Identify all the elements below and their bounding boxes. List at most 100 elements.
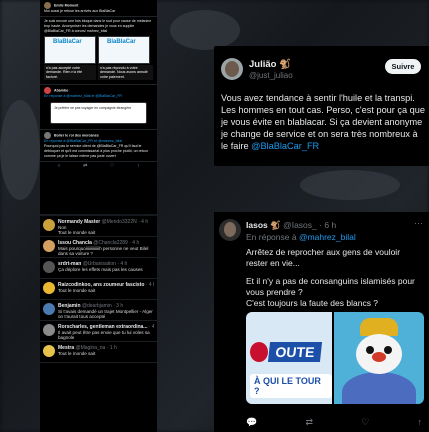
comment-text: Mais pourquoiiiiiiiiiiiiih personne ne v… [58, 246, 149, 257]
comment-meta: · 4 h [145, 282, 154, 288]
left-tweet-screenshot: Emile Moment Moi aussi je refuse les arr… [40, 0, 157, 214]
like-icon[interactable]: ♡ [110, 164, 114, 169]
tweet-actions: 💬 ⇄ ♡ ↑ [246, 417, 422, 428]
retweet-icon[interactable]: ⇄ [83, 164, 87, 169]
card-caption: n'a pas répondu à votre demande. Nous av… [98, 65, 153, 81]
like-icon[interactable]: ♡ [361, 417, 369, 428]
comment-body: Benjamin @dearbjamin · 3 h Si t'avais dem… [58, 303, 154, 320]
reply-icon[interactable]: 💬 [246, 417, 257, 428]
blablacar-cards: BlaBlaCar n'a pas accepté votre demande.… [44, 36, 153, 81]
tweet-card-iasos[interactable]: Iasos 🐒 @Iasos_ · 6 h ··· En réponse à @… [214, 212, 429, 432]
reply-author: Abambo [54, 88, 69, 93]
follow-button[interactable]: Suivre [385, 59, 421, 74]
tweet-header: Emile Moment Moi aussi je refuse les arr… [40, 0, 157, 17]
monkey-badge-icon: 🐒 [270, 220, 281, 230]
avatar [44, 2, 51, 9]
reply-tweet: Bolier le roi des mercanés En réponse à … [40, 130, 157, 163]
blablacar-logo: BlaBlaCar [53, 39, 82, 45]
blablacar-card-left: BlaBlaCar n'a pas accepté votre demande.… [44, 36, 96, 81]
avatar[interactable] [219, 219, 241, 241]
mention-link[interactable]: @BlaBlaCar_FR [251, 141, 319, 151]
author-name[interactable]: Julião 🐒 [249, 59, 291, 70]
tweet-author: Emile Moment [54, 3, 79, 8]
author-name[interactable]: Iasos [246, 220, 268, 230]
reply-tweet: Abambo En réponse à @mahrez_bilal et @Bl… [40, 85, 157, 131]
comment-meta: @Mendo3322N · 4 h [101, 219, 149, 225]
share-icon[interactable]: ↑ [137, 164, 140, 169]
tweet-text: Arrêtez de reprocher aux gens de vouloir… [246, 247, 422, 316]
reply-text: Pourquoi pas le service client de @BlaBl… [44, 144, 148, 159]
monkey-badge-icon: 🐒 [279, 59, 291, 70]
comments-list: Normandy Master @Mendo3322N · 4 h Non Tou… [40, 216, 157, 432]
tweet-text: Vous avez tendance à sentir l'huile et l… [221, 92, 425, 152]
snowman-nose-shape [372, 352, 386, 362]
comment-text: Il avait peut être pas envie que tu lui … [58, 330, 150, 341]
comment-text: Non Tout le monde sait [58, 225, 96, 236]
mention-link[interactable]: @mahrez_bilal [299, 232, 356, 242]
avatar[interactable] [221, 58, 243, 80]
comment-row[interactable]: Mestra @Magina_na · 1 h Tout le monde sai… [40, 342, 157, 363]
snowman-body-shape [342, 372, 416, 404]
comment-body: Normandy Master @Mendo3322N · 4 h Non Tou… [58, 219, 154, 236]
blurred-shape [300, 170, 400, 200]
meme-caption: À QUI LE TOUR ? [250, 374, 332, 398]
tweet-card-juliao[interactable]: Julião 🐒 @just_juliao Suivre Vous avez t… [214, 46, 429, 166]
tweet-text: Moi aussi je refuse les arrivés aux BlaB… [44, 9, 116, 13]
quote-text: Je préfère ne pas voyager en compagnie é… [54, 106, 132, 111]
meme-image-right[interactable] [334, 312, 424, 404]
avatar [44, 87, 51, 95]
comment-body: Issou Chancla @Chancla2289 · 4 h Mais pou… [58, 240, 154, 257]
reply-to: En réponse à @mahrez_bilal et @BlaBlaCar… [44, 94, 123, 99]
reply-icon[interactable]: ○ [57, 164, 60, 169]
author-handle[interactable]: @Iasos_ [283, 220, 317, 230]
red-circle-shape [250, 342, 268, 362]
author-handle[interactable]: @just_juliao [249, 71, 293, 80]
tweet-body: Je suis encore une fois bloqué dans le s… [40, 17, 157, 86]
avatar[interactable] [43, 303, 55, 315]
comment-body: srdrt-man @Urbanisation · 4 h Ça déplore … [58, 261, 154, 276]
meme-image-left[interactable]: OUTE À QUI LE TOUR ? [246, 312, 332, 404]
avatar[interactable] [43, 261, 55, 273]
comment-row[interactable]: Raizcodinkoo, ans zoumeur fascisto · 4 h… [40, 279, 157, 300]
comment-body: Mestra @Magina_na · 1 h Tout le monde sai… [58, 345, 154, 360]
avatar[interactable] [43, 324, 55, 336]
avatar[interactable] [43, 345, 55, 357]
tweet-paragraph: Arrêtez de reprocher aux gens de vouloir… [246, 247, 401, 268]
comment-row[interactable]: Rorscharles, gentleman extraordina... · … [40, 321, 157, 342]
share-icon[interactable]: ↑ [418, 417, 423, 428]
tweet-header: Iasos 🐒 @Iasos_ · 6 h [246, 220, 336, 231]
comment-author[interactable]: Normandy Master @Mendo3322N · 4 h [58, 219, 154, 225]
blurred-shape [170, 10, 240, 50]
avatar[interactable] [43, 240, 55, 252]
blurred-shape [0, 100, 40, 200]
comment-row[interactable]: Issou Chancla @Chancla2289 · 4 h Mais pou… [40, 237, 157, 258]
card-caption: n'a pas accepté votre demande. Rien n'a … [44, 65, 96, 81]
quote-box: Je préfère ne pas voyager en compagnie é… [50, 102, 147, 125]
comment-text: Ça déplore les effets mais pas les cause… [58, 267, 143, 272]
oute-logo: OUTE [250, 342, 323, 362]
more-options-icon[interactable]: ··· [414, 218, 423, 228]
comment-text: Tout le monde sait [58, 351, 96, 356]
tweet-actions: ○ ⇄ ♡ ↑ [40, 162, 157, 171]
blablacar-card-right: BlaBlaCar n'a pas répondu à votre demand… [98, 36, 153, 81]
snowman-eye-shape [384, 346, 392, 354]
comment-body: Raizcodinkoo, ans zoumeur fascisto · 4 h… [58, 282, 154, 297]
avatar[interactable] [43, 219, 55, 231]
avatar[interactable] [43, 282, 55, 294]
retweet-icon[interactable]: ⇄ [305, 417, 313, 428]
comment-text: Si t'avais demandé un trajet Montpellier… [58, 309, 153, 320]
comment-body: Rorscharles, gentleman extraordina... · … [58, 324, 154, 341]
avatar [44, 132, 51, 140]
tweet-paragraph: C'est toujours la faute des blancs ? [246, 298, 379, 308]
tweet-time[interactable]: 6 h [324, 220, 336, 230]
tweet-paragraph: Et il n'y a pas de consanguins islamisés… [246, 276, 415, 297]
comment-row[interactable]: Benjamin @dearbjamin · 3 h Si t'avais dem… [40, 300, 157, 321]
oute-letters: OUTE [267, 342, 323, 362]
reply-author: Bolier le roi des mercanés [54, 133, 99, 138]
separator: · [319, 220, 322, 230]
comment-row[interactable]: Normandy Master @Mendo3322N · 4 h Non Tou… [40, 216, 157, 237]
comment-row[interactable]: srdrt-man @Urbanisation · 4 h Ça déplore … [40, 258, 157, 279]
blablacar-logo: BlaBlaCar [107, 39, 136, 45]
tweet-text: Je suis encore une fois bloqué dans le s… [44, 19, 152, 33]
reply-to: En réponse à @mahrez_bilal [246, 232, 356, 242]
